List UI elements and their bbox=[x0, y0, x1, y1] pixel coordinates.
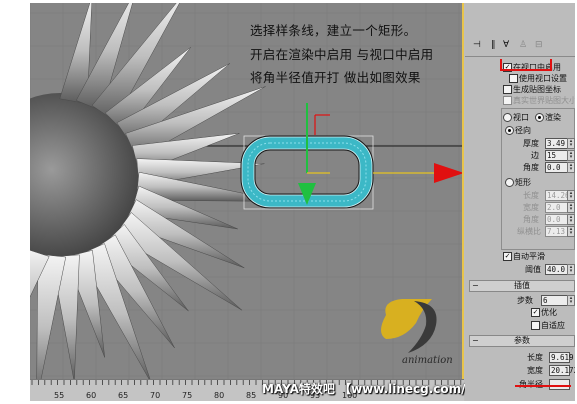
rect-length-input[interactable]: 14.261 bbox=[545, 190, 574, 201]
generate-mapping-label: 生成贴图坐标 bbox=[513, 85, 561, 94]
collapse-icon: − bbox=[472, 336, 479, 345]
instruction-line-3: 将角半径值开打 做出如图效果 bbox=[250, 70, 421, 85]
perspective-viewport[interactable]: 选择样条线，建立一个矩形。 开启在渲染中启用 与视口中启用 将角半径值开打 做出… bbox=[30, 3, 464, 379]
rect-width-label: 宽度 bbox=[523, 203, 539, 212]
parameters-rollout[interactable]: − 参数 bbox=[469, 335, 575, 347]
viewport-radio[interactable] bbox=[503, 113, 512, 122]
panel-divider bbox=[465, 56, 575, 57]
ruler-tick-label: 55 bbox=[54, 391, 65, 400]
aspect-input[interactable]: 7.13 bbox=[545, 226, 568, 237]
angle-spinner[interactable]: ▴ ▾ bbox=[567, 162, 575, 173]
ruler-tick-label: 85 bbox=[246, 391, 257, 400]
rect-angle-input[interactable]: 0.0 bbox=[545, 214, 568, 225]
adaptive-label: 自适应 bbox=[541, 321, 565, 330]
thickness-input[interactable]: 3.49 bbox=[545, 138, 568, 149]
steps-input[interactable]: 6 bbox=[541, 295, 568, 306]
adaptive-checkbox[interactable] bbox=[531, 321, 540, 330]
interpolation-rollout[interactable]: − 插值 bbox=[469, 280, 575, 292]
rect-angle-spinner[interactable]: ▴ ▾ bbox=[567, 214, 575, 225]
highlight-mark-bottom bbox=[515, 373, 571, 387]
thickness-spinner[interactable]: ▴ ▾ bbox=[567, 138, 575, 149]
radial-radio[interactable] bbox=[505, 126, 514, 135]
sides-input[interactable]: 15 bbox=[545, 150, 568, 161]
use-viewport-settings-label: 使用视口设置 bbox=[519, 74, 567, 83]
render-radio[interactable] bbox=[535, 113, 544, 122]
pin-stack-icon[interactable]: ⊣ bbox=[473, 40, 481, 50]
ruler-tick-label: 60 bbox=[86, 391, 97, 400]
ruler-tick-label: 75 bbox=[182, 391, 193, 400]
animation-logo bbox=[381, 299, 437, 353]
rect-length-spinner[interactable]: ▴ ▾ bbox=[567, 190, 575, 201]
real-world-map-checkbox[interactable] bbox=[503, 96, 512, 105]
threshold-input[interactable]: 40.0 bbox=[545, 264, 568, 275]
auto-smooth-checkbox[interactable]: ✓ bbox=[503, 252, 512, 261]
panel-tabs: ⊣ ‖ ∀ ♙ ⊟ bbox=[471, 39, 571, 53]
threshold-spinner[interactable]: ▴ ▾ bbox=[567, 264, 575, 275]
param-length-input[interactable]: 9.619 bbox=[549, 352, 574, 363]
make-unique-icon[interactable]: ∀ bbox=[503, 40, 509, 50]
ruler-tick-label: 70 bbox=[150, 391, 161, 400]
rect-width-input[interactable]: 2.0 bbox=[545, 202, 568, 213]
threshold-label: 阈值 bbox=[525, 265, 541, 274]
instruction-line-2: 开启在渲染中启用 与视口中启用 bbox=[250, 47, 434, 62]
real-world-map-label: 真实世界贴图大小 bbox=[513, 96, 575, 105]
angle-input[interactable]: 0.0 bbox=[545, 162, 568, 173]
move-gizmo bbox=[298, 103, 464, 205]
ruler-tick-label: 65 bbox=[118, 391, 129, 400]
auto-smooth-label: 自动平滑 bbox=[513, 252, 545, 261]
animation-logo-text: animation bbox=[402, 355, 453, 366]
show-end-result-icon[interactable]: ‖ bbox=[491, 40, 496, 50]
parameters-title: 参数 bbox=[514, 336, 530, 345]
sides-label: 边 bbox=[531, 151, 539, 160]
sides-spinner[interactable]: ▴ ▾ bbox=[567, 150, 575, 161]
viewport-active-border bbox=[462, 3, 464, 379]
rect-length-label: 长度 bbox=[523, 191, 539, 200]
thickness-label: 厚度 bbox=[523, 139, 539, 148]
param-length-label: 长度 bbox=[527, 353, 543, 362]
optimize-checkbox[interactable]: ✓ bbox=[531, 308, 540, 317]
aspect-label: 纵横比 bbox=[517, 227, 541, 236]
angle-label: 角度 bbox=[523, 163, 539, 172]
viewport-radio-label: 视口 bbox=[513, 113, 529, 122]
instruction-line-1: 选择样条线，建立一个矩形。 bbox=[250, 23, 417, 38]
rectangular-radio-label: 矩形 bbox=[515, 178, 531, 187]
collapse-icon: − bbox=[472, 281, 479, 290]
steps-label: 步数 bbox=[517, 296, 533, 305]
interpolation-title: 插值 bbox=[514, 281, 530, 290]
configure-sets-icon[interactable]: ⊟ bbox=[535, 40, 543, 50]
max-window: 选择样条线，建立一个矩形。 开启在渲染中启用 与视口中启用 将角半径值开打 做出… bbox=[30, 3, 575, 401]
remove-modifier-icon[interactable]: ♙ bbox=[519, 40, 527, 50]
highlight-mark-top bbox=[500, 59, 552, 71]
rect-angle-label: 角度 bbox=[523, 215, 539, 224]
generate-mapping-checkbox[interactable] bbox=[503, 85, 512, 94]
command-panel: ⊣ ‖ ∀ ♙ ⊟ ✓ 在视口中启用 使用视口设置 生成贴图坐标 真实世界贴图大… bbox=[465, 3, 575, 401]
radial-radio-label: 径向 bbox=[515, 126, 531, 135]
rectangular-radio[interactable] bbox=[505, 178, 514, 187]
ruler-tick-label: 80 bbox=[214, 391, 225, 400]
rect-width-spinner[interactable]: ▴ ▾ bbox=[567, 202, 575, 213]
steps-spinner[interactable]: ▴ ▾ bbox=[567, 295, 575, 306]
optimize-label: 优化 bbox=[541, 308, 557, 317]
aspect-spinner[interactable]: ▴ ▾ bbox=[567, 226, 575, 237]
use-viewport-settings-checkbox[interactable] bbox=[509, 74, 518, 83]
render-radio-label: 渲染 bbox=[545, 113, 561, 122]
